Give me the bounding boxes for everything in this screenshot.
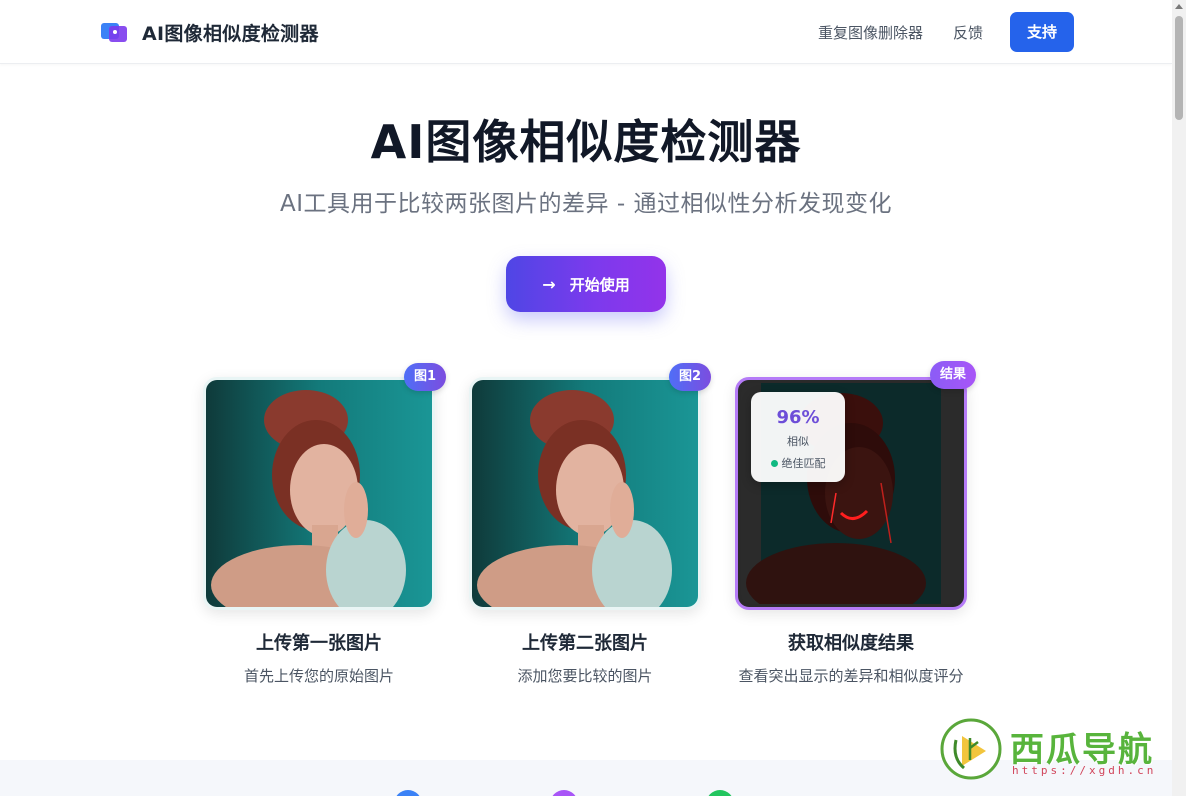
hero-subtitle: AI工具用于比较两张图片的差异 - 通过相似性分析发现变化 <box>280 191 892 217</box>
brand-title[interactable]: AI图像相似度检测器 <box>142 19 319 46</box>
step2-image-card[interactable] <box>469 377 701 610</box>
step2-description: 添加您要比较的图片 <box>517 667 653 685</box>
step1-image-card[interactable] <box>203 377 435 610</box>
result-badge: 结果 <box>930 361 977 389</box>
support-button[interactable]: 支持 <box>1010 12 1074 52</box>
get-started-button[interactable]: → 开始使用 <box>506 256 666 312</box>
similarity-score-panel: 96% 相似 绝佳匹配 <box>751 392 845 482</box>
match-status-label: 绝佳匹配 <box>781 457 826 470</box>
site-watermark: 西瓜导航 https://xgdh.cn <box>940 718 1172 784</box>
scrollbar-thumb[interactable] <box>1175 16 1183 120</box>
image2-badge: 图2 <box>669 363 712 391</box>
nav-feedback-link[interactable]: 反馈 <box>953 22 983 43</box>
step3-title: 获取相似度结果 <box>788 633 914 654</box>
portrait-image-1 <box>206 380 432 607</box>
scroll-up-arrow-icon[interactable] <box>1175 4 1183 9</box>
app-logo-icon[interactable] <box>100 20 128 44</box>
step1-description: 首先上传您的原始图片 <box>243 667 394 685</box>
match-status: 绝佳匹配 <box>751 455 845 471</box>
get-started-label: 开始使用 <box>569 275 630 294</box>
page-scrollbar[interactable] <box>1172 0 1186 796</box>
portrait-image-2 <box>472 380 698 607</box>
hero-title: AI图像相似度检测器 <box>370 115 802 169</box>
similarity-score-label: 相似 <box>787 435 809 448</box>
top-navbar: AI图像相似度检测器 重复图像删除器 反馈 支持 <box>0 0 1172 64</box>
step1-title: 上传第一张图片 <box>256 633 382 654</box>
watermelon-logo-icon <box>940 718 1002 780</box>
step2-title: 上传第二张图片 <box>522 633 648 654</box>
image1-badge: 图1 <box>404 363 447 391</box>
arrow-right-icon: → <box>542 274 556 294</box>
similarity-score-value: 96% <box>776 407 820 428</box>
step3-description: 查看突出显示的差异和相似度评分 <box>738 667 964 685</box>
watermark-url: https://xgdh.cn <box>1012 764 1157 777</box>
nav-duplicate-remover-link[interactable]: 重复图像删除器 <box>818 22 923 43</box>
status-dot-icon <box>770 459 778 467</box>
